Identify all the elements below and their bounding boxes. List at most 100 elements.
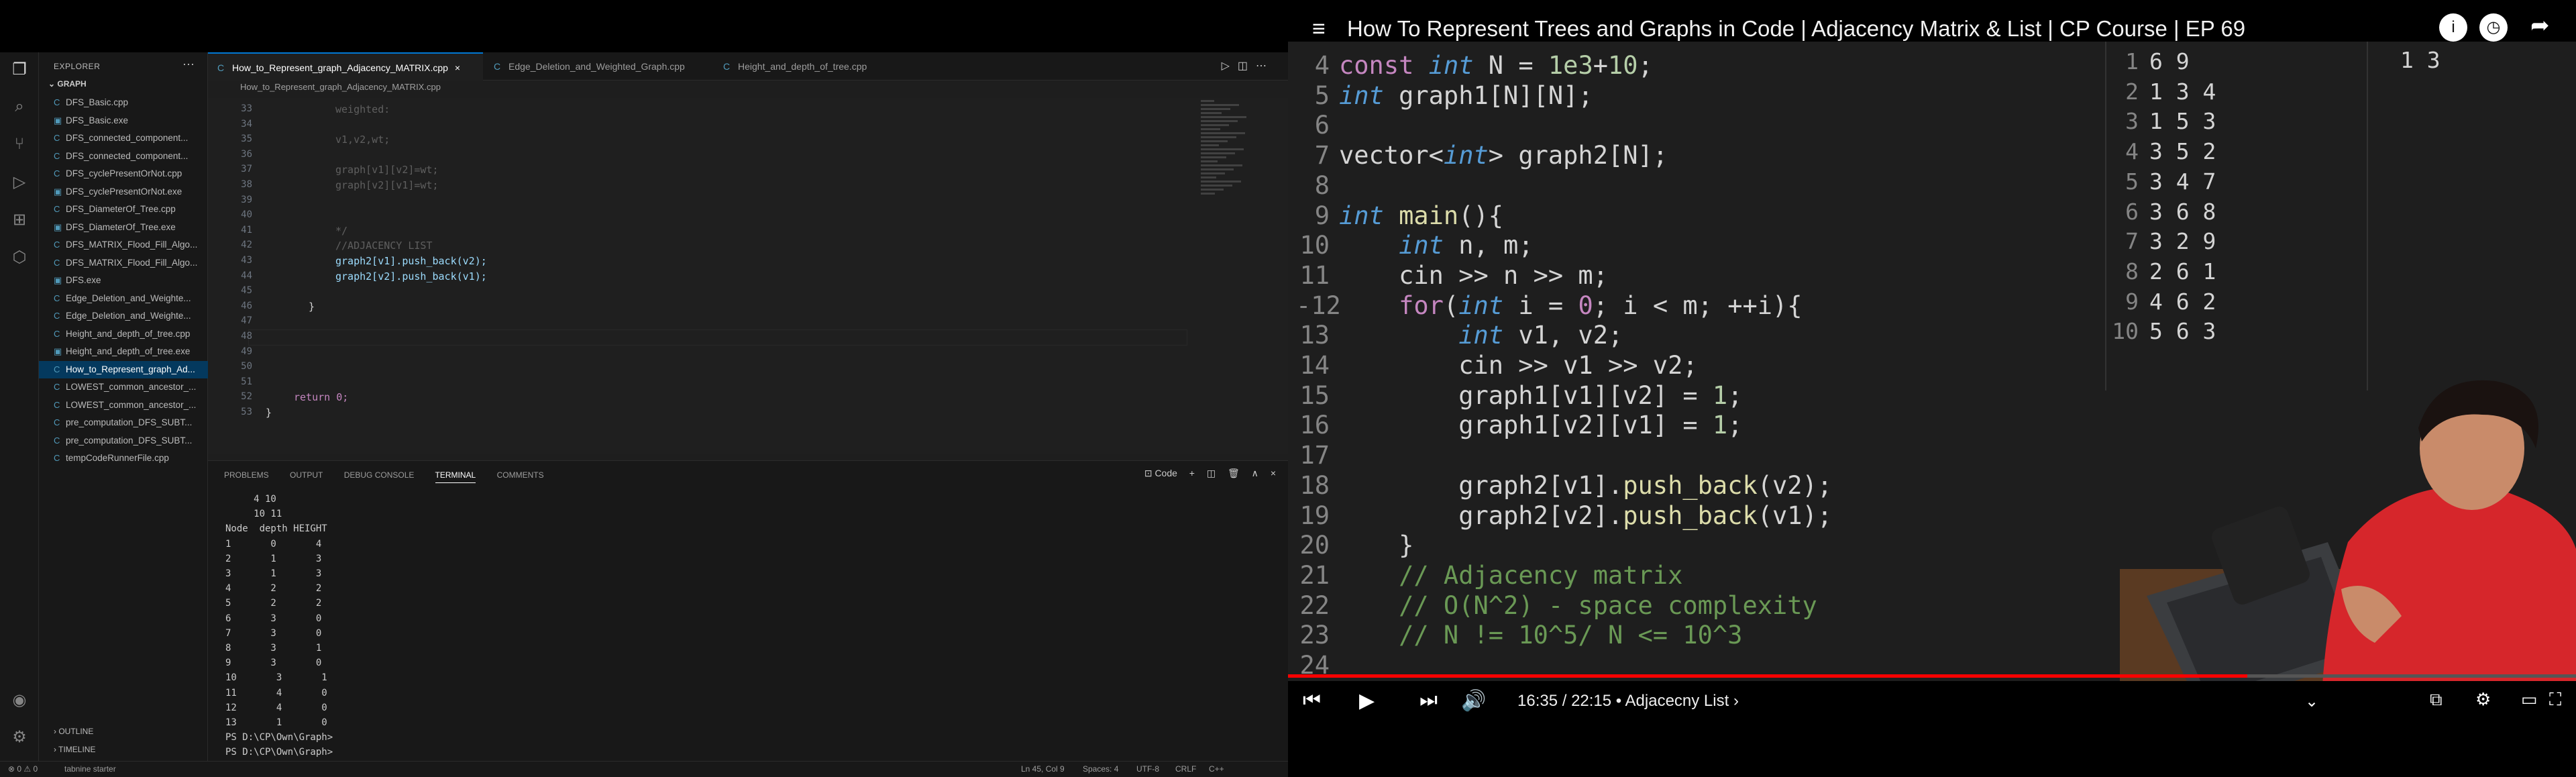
indentation[interactable]: Spaces: 4 [1083,764,1118,774]
video-frame[interactable]: 4567891011-1213141516171819202122232425 … [1288,42,2576,723]
split-editor-icon[interactable]: ◫ [1238,60,1256,72]
video-line-number: 23 [1299,621,1330,650]
play-icon[interactable]: ▶ [1359,689,1375,713]
video-title[interactable]: How To Represent Trees and Graphs in Cod… [1347,16,2245,42]
run-icon[interactable]: ▷ [1222,60,1238,72]
tabnine-status[interactable]: tabnine starter [64,764,116,774]
minimap-line [1201,116,1246,118]
share-icon[interactable]: ➦ [2530,12,2550,39]
file-item[interactable]: C DFS_MATRIX_Flood_Fill_Algo... [39,254,208,272]
tab-edge-deletion[interactable]: C Edge_Deletion_and_Weighted_Graph.cpp [484,52,712,81]
close-panel-icon[interactable]: × [1271,468,1276,478]
encoding[interactable]: UTF-8 [1136,764,1159,774]
fullscreen-icon[interactable]: ⛶ [2549,689,2561,711]
next-icon[interactable]: ⏭ [1419,689,1438,712]
more-icon[interactable]: ⋯ [1256,60,1275,72]
shell-name[interactable]: Code [1155,468,1177,478]
outline-section[interactable]: › OUTLINE [54,727,93,736]
file-item[interactable]: ▣ Height_and_depth_of_tree.exe [39,343,208,361]
chapter-expand-icon[interactable]: ⌄ [2305,692,2318,711]
file-list: C DFS_Basic.cpp ▣ DFS_Basic.exe C DFS_connect… [39,94,208,468]
tab-label: How_to_Represent_graph_Adjacency_MATRIX.… [232,62,448,73]
settings-gear-icon[interactable]: ⚙ [9,727,30,747]
line-number: 43 [241,255,252,266]
file-item[interactable]: C Edge_Deletion_and_Weighte... [39,307,208,325]
miniplayer-icon[interactable]: ▭ [2521,689,2538,710]
timeline-section[interactable]: › TIMELINE [54,745,95,754]
close-icon[interactable]: × [455,62,460,73]
breadcrumb[interactable]: How_to_Represent_graph_Adjacency_MATRIX.… [240,82,441,92]
bottom-panel: PROBLEMS OUTPUT DEBUG CONSOLE TERMINAL C… [208,460,1288,777]
file-item[interactable]: C LOWEST_common_ancestor_... [39,378,208,397]
watch-later-icon[interactable]: ◷ [2479,13,2508,42]
tab-debug-console[interactable]: DEBUG CONSOLE [344,470,415,480]
minimap[interactable] [1201,98,1268,454]
line-ending[interactable]: CRLF [1175,764,1196,774]
tab-problems[interactable]: PROBLEMS [224,470,269,480]
info-icon[interactable]: i [2439,13,2467,42]
run-debug-icon[interactable]: ▷ [9,172,30,192]
youtube-player[interactable]: 4567891011-1213141516171819202122232425 … [1288,0,2576,777]
explorer-icon[interactable]: ❐ [9,59,30,79]
terminal-line: 1 0 4 [225,538,322,550]
file-item[interactable]: C Edge_Deletion_and_Weighte... [39,290,208,308]
subtitles-icon[interactable]: ⧉ [2430,689,2443,711]
input-file-pane: 1 2 3 4 5 6 7 8 9 10 6 9 1 3 4 1 5 3 3 5 2 3 4 7 3 6 8… [2105,42,2361,391]
file-item[interactable]: C How_to_Represent_graph_Ad... [39,360,208,378]
tab-height-depth[interactable]: C Height_and_depth_of_tree.cpp [714,52,908,81]
editor-actions[interactable]: ▷◫⋯ [1222,59,1275,72]
video-code: const int N = 1e3+10; int graph1[N][N]; … [1339,51,1833,723]
minimap-line [1201,144,1219,146]
new-terminal-icon[interactable]: + [1189,468,1195,478]
file-item[interactable]: C LOWEST_common_ancestor_... [39,397,208,415]
file-item[interactable]: C DFS_connected_component... [39,130,208,148]
file-item[interactable]: Cpre_computation_DFS_SUBT... [39,414,208,432]
language-mode[interactable]: C++ [1209,764,1224,774]
source-control-icon[interactable]: ⑂ [9,134,30,154]
file-item[interactable]: C Height_and_depth_of_tree.cpp [39,325,208,344]
volume-icon[interactable]: 🔊 [1461,689,1486,713]
file-item[interactable]: ▣ DFS_Basic.exe [39,112,208,130]
trash-icon[interactable]: 🗑 [1228,468,1240,478]
terminal-output[interactable]: 4 10 10 11 Node depth HEIGHT 1 0 4 2 1 3 3 1… [225,492,339,760]
file-item[interactable]: C DFS_cyclePresentOrNot.cpp [39,165,208,183]
code-editor[interactable]: 33 weighted: 34 35 v1,v2,wt; 36 37 graph[v1][v2… [208,98,1288,454]
progress-bar[interactable] [1288,674,2576,678]
previous-icon[interactable]: ⏮ [1303,689,1321,712]
split-terminal-icon[interactable]: ◫ [1207,468,1216,478]
search-icon[interactable]: ⌕ [9,97,30,117]
line-number: 40 [241,209,252,221]
problems-count[interactable]: ⊗ 0 ⚠ 0 [8,764,38,774]
tab-adjacency-matrix[interactable]: C How_to_Represent_graph_Adjacency_MATRIX… [208,52,483,81]
cursor-position[interactable]: Ln 45, Col 9 [1021,764,1065,774]
file-item[interactable]: CtempCodeRunnerFile.cpp [39,450,208,468]
file-item[interactable]: C DFS_Basic.cpp [39,94,208,112]
cpp-file-icon: C [54,399,60,410]
line-number: 33 [241,103,252,114]
file-item[interactable]: C DFS_connected_component... [39,148,208,166]
line-number: 47 [241,315,252,327]
folder-header[interactable]: ⌄ GRAPH [48,79,87,89]
file-item[interactable]: ▣ DFS.exe [39,272,208,290]
tab-output[interactable]: OUTPUT [290,470,323,480]
remote-icon[interactable]: ⬡ [9,247,30,267]
tab-terminal[interactable]: TERMINAL [435,470,476,483]
account-icon[interactable]: ◉ [9,690,30,710]
file-item[interactable]: Cpre_computation_DFS_SUBT... [39,432,208,450]
input-line-number: 7 [2125,228,2139,255]
more-actions-icon[interactable]: ⋯ [182,58,195,72]
minimap-line [1201,132,1245,134]
input-line-number: 2 [2125,78,2139,105]
playlist-menu-icon[interactable]: ≡ [1312,16,1326,42]
settings-icon[interactable]: ⚙ [2475,689,2491,710]
file-item[interactable]: ▣ DFS_DiameterOf_Tree.exe [39,219,208,237]
time-and-chapter[interactable]: 16:35 / 22:15 • Adjacecny List › [1517,692,1739,711]
input-line: 2 6 1 [2149,258,2216,284]
extensions-icon[interactable]: ⊞ [9,209,30,229]
tab-comments[interactable]: COMMENTS [497,470,544,480]
file-item[interactable]: C DFS_DiameterOf_Tree.cpp [39,201,208,219]
exe-file-icon: ▣ [54,221,62,232]
file-item[interactable]: ▣ DFS_cyclePresentOrNot.exe [39,183,208,201]
file-item[interactable]: C DFS_MATRIX_Flood_Fill_Algo... [39,236,208,254]
maximize-panel-icon[interactable]: ∧ [1252,468,1258,478]
